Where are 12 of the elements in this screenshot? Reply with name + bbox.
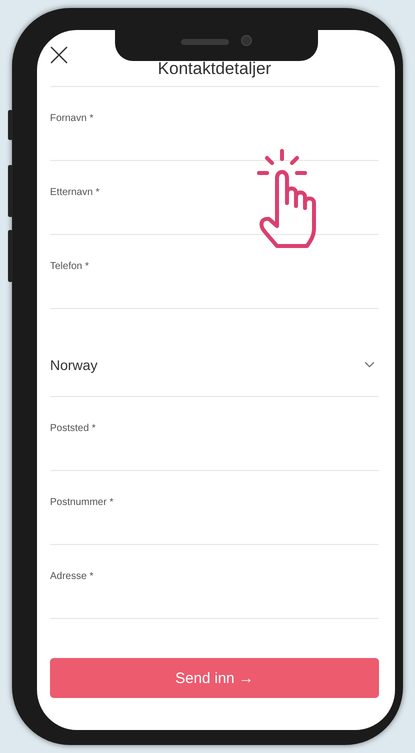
close-button[interactable] — [50, 46, 68, 64]
camera-dot — [241, 35, 252, 46]
screen-title: Kontaktdetaljer — [158, 59, 272, 79]
field-label: Etternavn * — [50, 186, 100, 200]
field-label: Adresse * — [50, 570, 94, 584]
field-label: Postnummer * — [50, 496, 114, 510]
field-label: Poststed * — [50, 422, 96, 436]
chevron-down-icon — [364, 361, 375, 368]
country-dropdown[interactable]: Norway — [50, 332, 379, 372]
speaker-grille — [181, 38, 229, 44]
field-label: Telefon * — [50, 260, 89, 274]
field-label: Fornavn * — [50, 112, 94, 126]
